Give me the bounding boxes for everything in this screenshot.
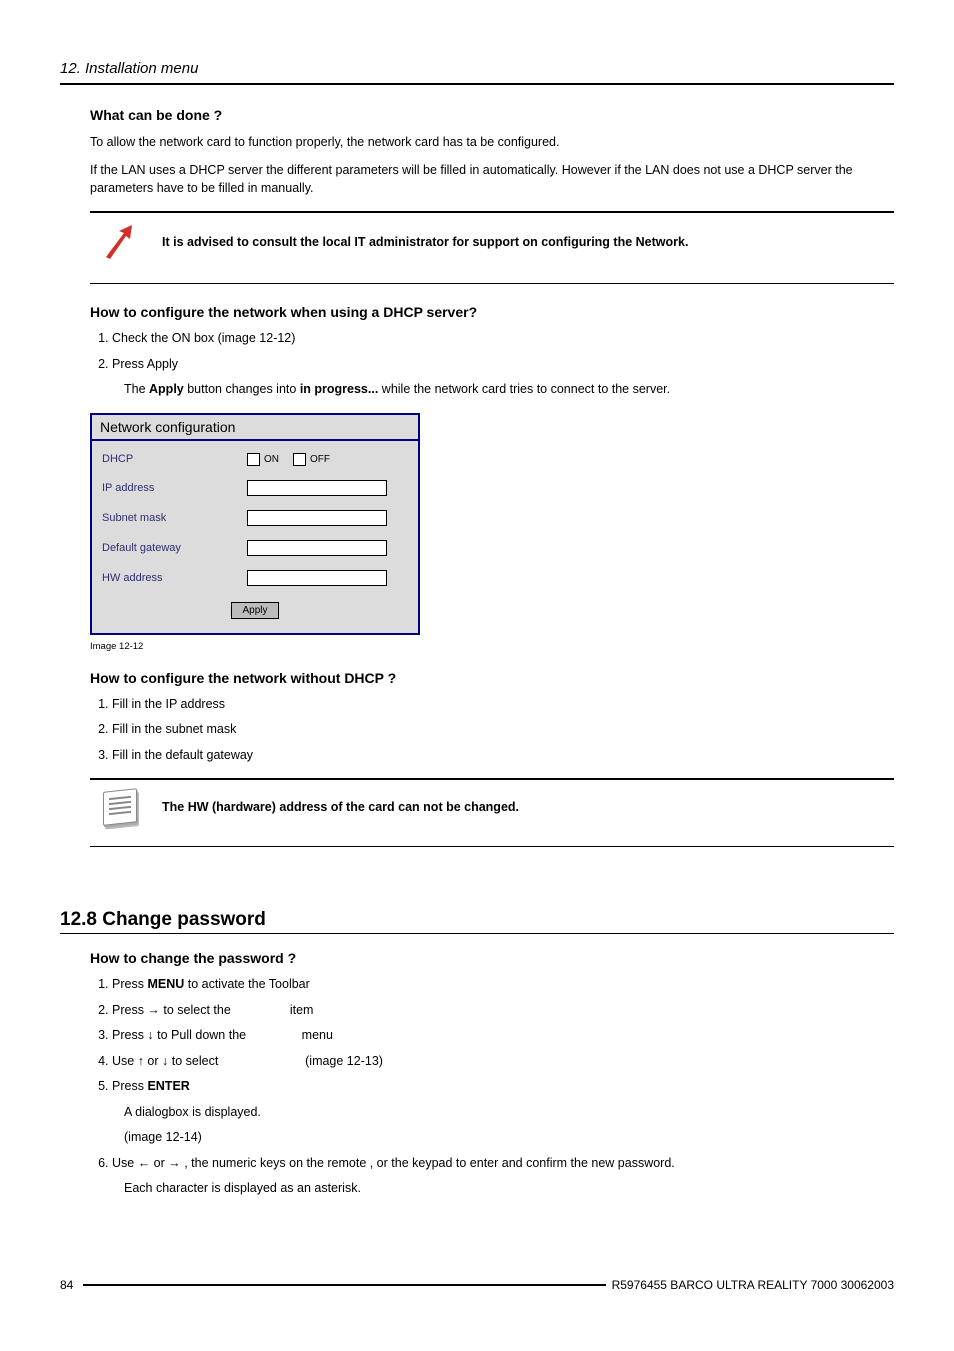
header-rule bbox=[60, 83, 894, 85]
step: Press Apply The Apply button changes int… bbox=[112, 356, 894, 399]
step: Press ↓ to Pull down the menu bbox=[112, 1027, 894, 1045]
step: Use ← or → , the numeric keys on the rem… bbox=[112, 1155, 894, 1198]
running-head: 12. Installation menu bbox=[60, 60, 894, 77]
note-text: The HW (hardware) address of the card ca… bbox=[146, 800, 519, 814]
heading-configure-no-dhcp: How to configure the network without DHC… bbox=[90, 670, 894, 686]
label-default-gateway: Default gateway bbox=[102, 542, 247, 554]
default-gateway-field[interactable] bbox=[247, 540, 387, 556]
step: Press MENU to activate the Toolbar bbox=[112, 976, 894, 994]
step: Press ENTER A dialogbox is displayed. (i… bbox=[112, 1078, 894, 1147]
heading-configure-dhcp: How to configure the network when using … bbox=[90, 304, 894, 320]
dialog-title: Network configuration bbox=[92, 415, 418, 441]
step: Use ↑ or ↓ to select (image 12-13) bbox=[112, 1053, 894, 1071]
step: Check the ON box (image 12-12) bbox=[112, 330, 894, 348]
heading-what-can-be-done: What can be done ? bbox=[90, 107, 894, 123]
page-footer: 84 R5976455 BARCO ULTRA REALITY 7000 300… bbox=[60, 1278, 894, 1292]
section-rule bbox=[60, 933, 894, 934]
subnet-mask-field[interactable] bbox=[247, 510, 387, 526]
ip-address-field[interactable] bbox=[247, 480, 387, 496]
apply-button[interactable]: Apply bbox=[231, 602, 278, 619]
note-box: The HW (hardware) address of the card ca… bbox=[90, 778, 894, 847]
dhcp-on-checkbox[interactable]: ON bbox=[247, 453, 279, 466]
paragraph: To allow the network card to function pr… bbox=[90, 133, 894, 151]
advisory-box: It is advised to consult the local IT ad… bbox=[90, 211, 894, 284]
advisory-text: It is advised to consult the local IT ad… bbox=[146, 235, 688, 249]
page-number: 84 bbox=[60, 1278, 73, 1292]
dhcp-off-checkbox[interactable]: OFF bbox=[293, 453, 330, 466]
label-ip-address: IP address bbox=[102, 482, 247, 494]
step-note: The Apply button changes into in progres… bbox=[112, 381, 894, 399]
label-subnet-mask: Subnet mask bbox=[102, 512, 247, 524]
heading-how-change-password: How to change the password ? bbox=[90, 950, 894, 966]
label-dhcp: DHCP bbox=[102, 453, 247, 465]
hw-address-field[interactable] bbox=[247, 570, 387, 586]
section-heading-change-password: 12.8 Change password bbox=[60, 909, 894, 931]
note-icon bbox=[94, 790, 146, 824]
step: Fill in the IP address bbox=[112, 696, 894, 714]
label-hw-address: HW address bbox=[102, 572, 247, 584]
step: Fill in the default gateway bbox=[112, 747, 894, 765]
step: Press → to select the item bbox=[112, 1002, 894, 1020]
paragraph: If the LAN uses a DHCP server the differ… bbox=[90, 161, 894, 197]
step: Fill in the subnet mask bbox=[112, 721, 894, 739]
network-config-dialog: Network configuration DHCP ON OFF IP add… bbox=[90, 413, 420, 635]
arrow-icon bbox=[94, 223, 146, 261]
step-note: Each character is displayed as an asteri… bbox=[112, 1180, 894, 1198]
image-caption: Image 12-12 bbox=[90, 641, 894, 652]
step-note: A dialogbox is displayed. bbox=[112, 1104, 894, 1122]
step-note: (image 12-14) bbox=[112, 1129, 894, 1147]
footer-label: R5976455 BARCO ULTRA REALITY 7000 300620… bbox=[612, 1278, 894, 1292]
